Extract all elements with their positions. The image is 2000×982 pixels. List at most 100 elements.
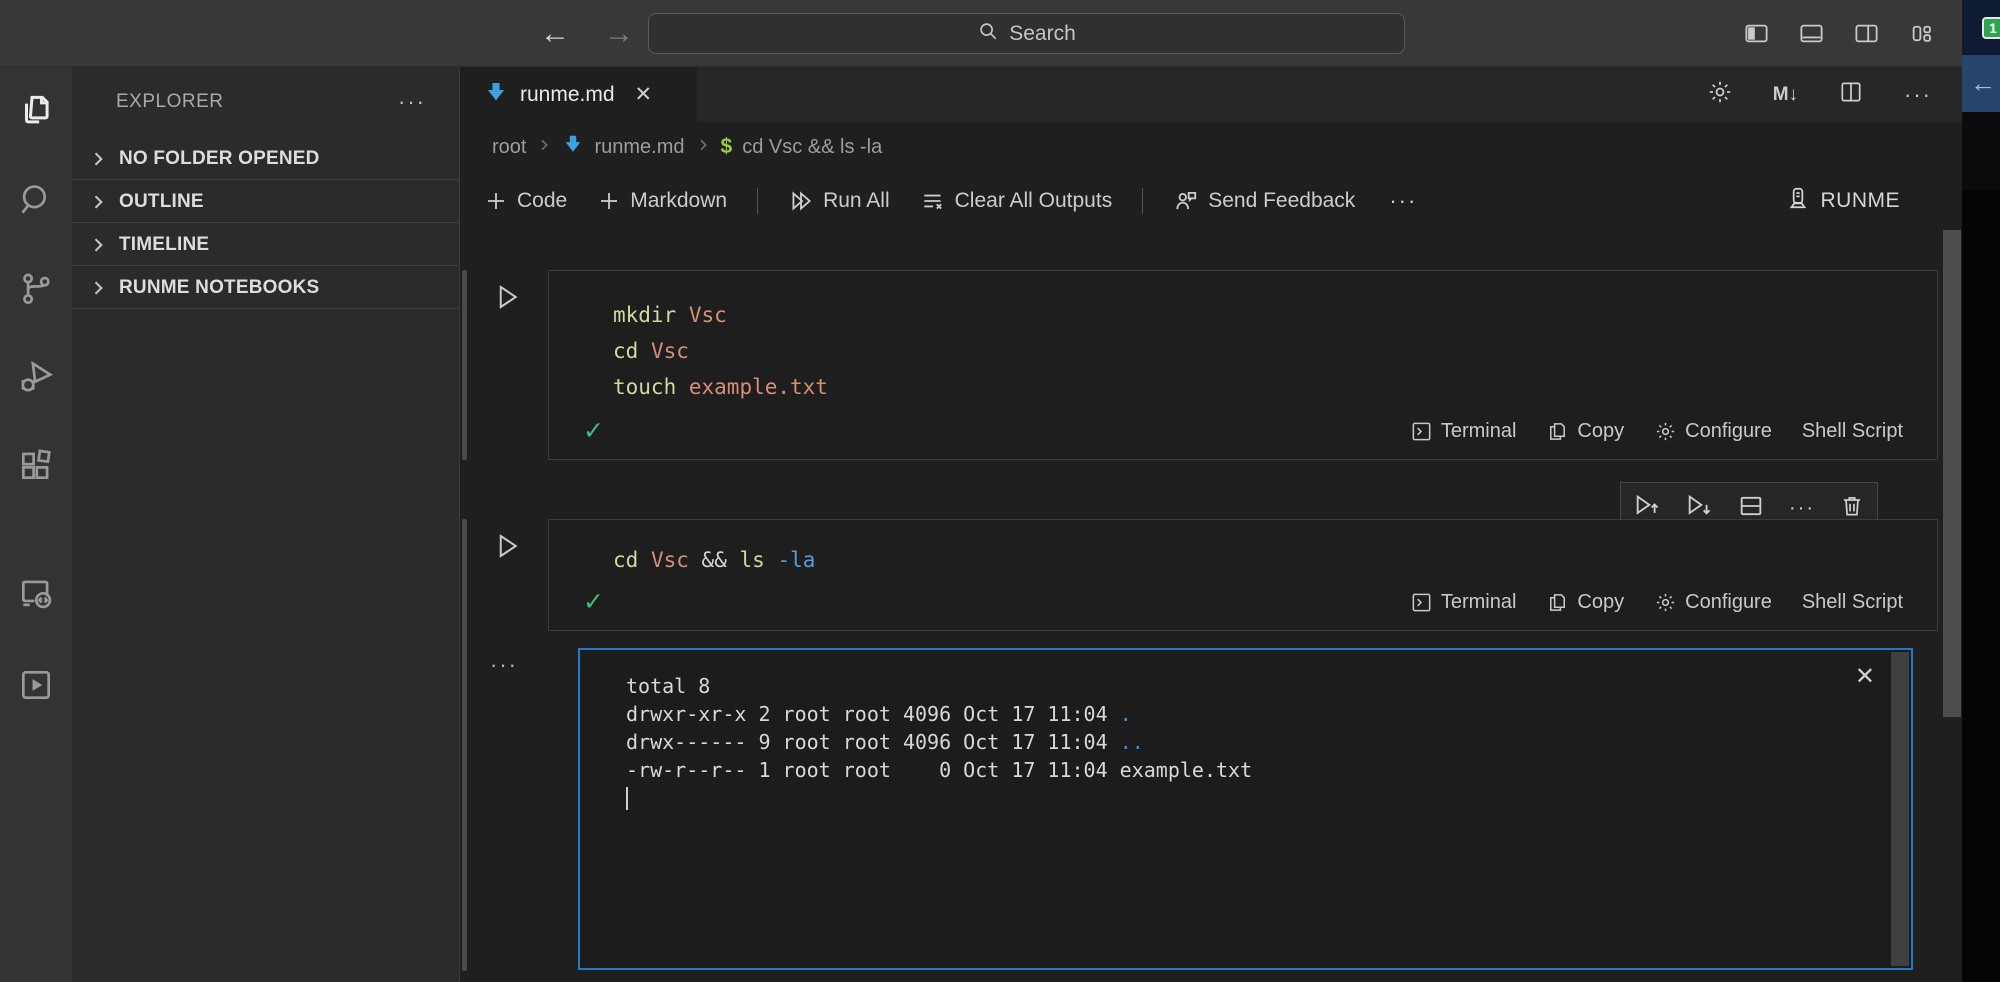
- notebook-settings-gear-icon[interactable]: [1707, 79, 1733, 110]
- tab-runme-md[interactable]: runme.md ✕: [460, 67, 697, 122]
- search-label: Search: [1009, 22, 1076, 46]
- history-back-icon[interactable]: ←: [540, 19, 570, 49]
- chevron-right-icon: [88, 278, 108, 298]
- configure-button[interactable]: Configure: [1654, 420, 1772, 443]
- chevron-right-icon: [695, 137, 711, 158]
- background-window-strip: 1 ←: [1962, 0, 2000, 982]
- cell-output-row: ··· total 8drwxr-xr-x 2 root root 4096 O…: [460, 648, 1962, 970]
- cell-editor[interactable]: mkdir Vsccd Vsctouch example.txt ✓ Termi…: [548, 270, 1938, 460]
- open-markdown-preview-icon[interactable]: M↓: [1773, 84, 1798, 106]
- section-label: OUTLINE: [119, 191, 204, 213]
- configure-button[interactable]: Configure: [1654, 591, 1772, 614]
- sidebar-section-outline[interactable]: OUTLINE: [72, 183, 459, 220]
- tab-bar: runme.md ✕ M↓ ···: [460, 67, 1962, 122]
- code-cell-1: mkdir Vsccd Vsctouch example.txt ✓ Termi…: [460, 270, 1962, 460]
- split-editor-icon[interactable]: [1838, 79, 1864, 110]
- tab-close-icon[interactable]: ✕: [635, 82, 653, 107]
- output-close-icon[interactable]: ✕: [1855, 662, 1875, 691]
- remote-explorer-icon[interactable]: [0, 565, 72, 621]
- chevron-right-icon: [88, 235, 108, 255]
- copy-label: Copy: [1577, 591, 1624, 614]
- runme-logo-icon: [1785, 185, 1811, 217]
- breadcrumb-root[interactable]: root: [492, 136, 526, 159]
- cell-more-actions-icon[interactable]: ···: [1789, 497, 1815, 520]
- terminal-button[interactable]: Terminal: [1410, 420, 1517, 443]
- sidebar-section-timeline[interactable]: TIMELINE: [72, 226, 459, 263]
- toggle-secondary-sidebar-icon[interactable]: [1853, 20, 1880, 47]
- terminal-cursor: [626, 787, 628, 810]
- copy-button[interactable]: Copy: [1546, 591, 1624, 614]
- output-more-actions-icon[interactable]: ···: [490, 652, 518, 678]
- cell-code[interactable]: mkdir Vsccd Vsctouch example.txt: [549, 271, 1937, 409]
- markdown-file-icon: [484, 80, 508, 109]
- send-feedback-button[interactable]: Send Feedback: [1173, 188, 1355, 214]
- search-icon: [977, 20, 999, 48]
- breadcrumb-shell-prompt: $: [721, 135, 733, 159]
- cell-success-check-icon: ✓: [583, 416, 604, 446]
- run-cell-button[interactable]: [492, 531, 522, 566]
- toolbar-more-icon[interactable]: ···: [1389, 188, 1417, 214]
- background-window-toolbar: ←: [1962, 55, 2000, 112]
- breadcrumb-file[interactable]: runme.md: [594, 136, 684, 159]
- editor-area: runme.md ✕ M↓ ··· root runme.md: [460, 67, 1962, 982]
- clear-all-outputs-button[interactable]: Clear All Outputs: [920, 188, 1113, 214]
- run-cell-button[interactable]: [492, 282, 522, 317]
- terminal-output-text: total 8drwxr-xr-x 2 root root 4096 Oct 1…: [580, 650, 1911, 784]
- configure-label: Configure: [1685, 420, 1772, 443]
- clear-all-label: Clear All Outputs: [955, 189, 1113, 213]
- cell-success-check-icon: ✓: [583, 587, 604, 617]
- breadcrumb-cell-command[interactable]: cd Vsc && ls -la: [742, 136, 882, 159]
- cell-code[interactable]: cd Vsc && ls -la: [549, 520, 1937, 580]
- runme-panel-icon[interactable]: [0, 657, 72, 713]
- copy-label: Copy: [1577, 420, 1624, 443]
- explorer-sidebar: EXPLORER ··· NO FOLDER OPENED OUTLINE TI…: [72, 67, 460, 982]
- add-code-cell-button[interactable]: Code: [484, 189, 567, 213]
- markdown-file-icon: [562, 133, 584, 161]
- notebook-toolbar: Code Markdown Run All Clear All Outputs …: [460, 172, 1962, 230]
- notebook-cells: mkdir Vsccd Vsctouch example.txt ✓ Termi…: [460, 230, 1962, 982]
- command-center-search[interactable]: Search: [648, 13, 1405, 54]
- sidebar-section-no-folder-opened[interactable]: NO FOLDER OPENED: [72, 140, 459, 177]
- background-app-badge: 1: [1982, 17, 2000, 39]
- cell-language-picker[interactable]: Shell Script: [1802, 420, 1903, 443]
- run-all-label: Run All: [823, 189, 890, 213]
- search-view-icon[interactable]: [0, 172, 72, 228]
- terminal-button[interactable]: Terminal: [1410, 591, 1517, 614]
- cell-language-picker[interactable]: Shell Script: [1802, 591, 1903, 614]
- run-debug-icon[interactable]: [0, 349, 72, 405]
- code-cell-2: cd Vsc && ls -la ✓ Terminal Copy: [460, 519, 1962, 631]
- sidebar-title: EXPLORER: [116, 91, 223, 113]
- sidebar-more-icon[interactable]: ···: [398, 89, 426, 115]
- toggle-primary-sidebar-icon[interactable]: [1743, 20, 1770, 47]
- background-back-icon: ←: [1970, 68, 1996, 99]
- chevron-right-icon: [536, 137, 552, 158]
- breadcrumb: root runme.md $ cd Vsc && ls -la: [460, 122, 1962, 172]
- customize-layout-icon[interactable]: [1908, 20, 1935, 47]
- output-scrollbar[interactable]: [1891, 652, 1909, 966]
- runme-brand-label: RUNME: [1821, 189, 1901, 213]
- source-control-icon[interactable]: [0, 260, 72, 316]
- activity-bar: [0, 67, 72, 982]
- add-code-label: Code: [517, 189, 567, 213]
- chevron-right-icon: [88, 149, 108, 169]
- background-window-body: [1962, 112, 2000, 190]
- terminal-output[interactable]: total 8drwxr-xr-x 2 root root 4096 Oct 1…: [578, 648, 1913, 970]
- tab-label: runme.md: [520, 83, 615, 107]
- terminal-label: Terminal: [1441, 420, 1517, 443]
- section-label: NO FOLDER OPENED: [119, 148, 320, 170]
- cell-editor[interactable]: cd Vsc && ls -la ✓ Terminal Copy: [548, 519, 1938, 631]
- toggle-panel-icon[interactable]: [1798, 20, 1825, 47]
- runme-brand: RUNME: [1785, 185, 1901, 217]
- editor-scrollbar[interactable]: [1943, 230, 1961, 717]
- vscode-window: ← → Search 1: [0, 0, 2000, 982]
- extensions-icon[interactable]: [0, 437, 72, 493]
- send-feedback-label: Send Feedback: [1208, 189, 1355, 213]
- copy-button[interactable]: Copy: [1546, 420, 1624, 443]
- editor-more-actions-icon[interactable]: ···: [1904, 82, 1932, 108]
- add-markdown-cell-button[interactable]: Markdown: [597, 189, 727, 213]
- add-markdown-label: Markdown: [630, 189, 727, 213]
- history-forward-icon[interactable]: →: [604, 19, 634, 49]
- sidebar-section-runme-notebooks[interactable]: RUNME NOTEBOOKS: [72, 269, 459, 306]
- run-all-button[interactable]: Run All: [788, 188, 890, 214]
- explorer-icon[interactable]: [0, 82, 72, 138]
